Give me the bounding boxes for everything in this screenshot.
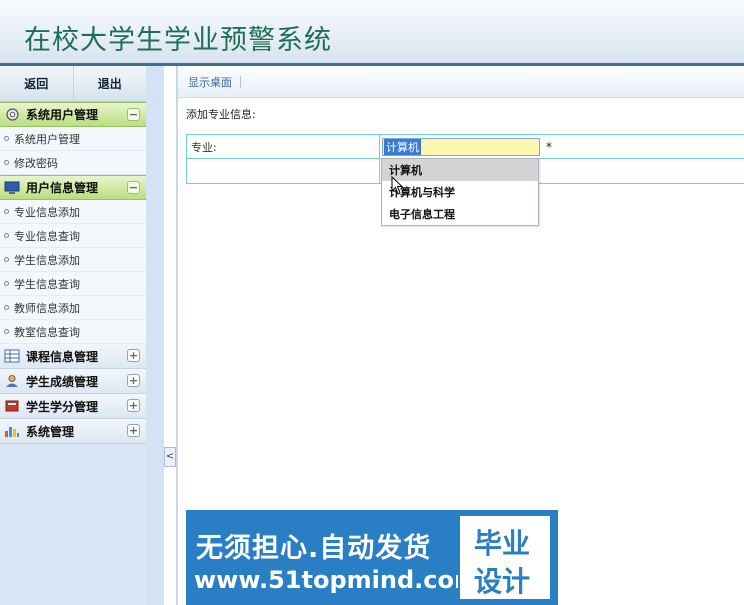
bullet-icon: [4, 209, 9, 214]
bullet-icon: [4, 257, 9, 262]
sidebar-group-label: 系统用户管理: [26, 108, 99, 122]
sidebar-button-bar: 返回 退出: [0, 66, 146, 102]
tab-separator: [240, 75, 241, 88]
sidebar-group-student-credits[interactable]: 学生学分管理 +: [0, 394, 146, 419]
bullet-icon: [4, 281, 9, 286]
major-input-selected-text: 计算机: [384, 138, 421, 155]
major-field-label: 专业:: [187, 135, 380, 158]
banner-url: www.51topmind.com: [194, 566, 479, 594]
bullet-icon: [4, 305, 9, 310]
sidebar-item-student-add[interactable]: 学生信息添加: [0, 248, 146, 272]
ad-banner[interactable]: 无须担心.自动发货 www.51topmind.com 毕业 设计: [186, 510, 558, 605]
expand-toggle-icon[interactable]: +: [127, 399, 140, 412]
autocomplete-option[interactable]: 电子信息工程: [382, 203, 538, 225]
sidebar: 返回 退出 系统用户管理 − 系统用户管理 修改密码 用户信息管理 − 专业信息…: [0, 66, 164, 605]
app-title: 在校大学生学业预警系统: [24, 25, 332, 56]
sidebar-group-system-admin[interactable]: 系统管理 +: [0, 419, 146, 444]
banner-badge: 毕业 设计: [458, 514, 552, 601]
gear-icon: [4, 107, 20, 123]
bullet-icon: [4, 329, 9, 334]
sidebar-group-course-info[interactable]: 课程信息管理 +: [0, 344, 146, 369]
sidebar-group-label: 学生成绩管理: [26, 374, 99, 389]
logout-button[interactable]: 退出: [74, 66, 147, 101]
bullet-icon: [4, 233, 9, 238]
sidebar-group-student-grades[interactable]: 学生成绩管理 +: [0, 369, 146, 394]
banner-badge-line2: 设计: [474, 565, 531, 598]
sidebar-item-major-add[interactable]: 专业信息添加: [0, 200, 146, 224]
back-button[interactable]: 返回: [0, 66, 74, 101]
expand-toggle-icon[interactable]: +: [127, 349, 140, 362]
required-mark: *: [546, 139, 552, 154]
sidebar-group-label: 课程信息管理: [26, 349, 99, 364]
monitor-icon: [4, 180, 20, 196]
sidebar-item-student-query[interactable]: 学生信息查询: [0, 272, 146, 296]
banner-slogan: 无须担心.自动发货: [196, 533, 432, 564]
sidebar-item-major-query[interactable]: 专业信息查询: [0, 224, 146, 248]
autocomplete-option[interactable]: 计算机: [382, 159, 538, 181]
sidebar-item-classroom-query[interactable]: 教室信息查询: [0, 320, 146, 344]
major-field-cell: 计算机 *: [380, 135, 744, 158]
banner-badge-line1: 毕业: [474, 527, 531, 560]
sidebar-group-label: 系统管理: [26, 424, 75, 439]
sidebar-collapse-button[interactable]: <: [164, 447, 176, 467]
sidebar-item-system-users[interactable]: 系统用户管理: [0, 127, 146, 151]
sidebar-group-label: 用户信息管理: [26, 181, 99, 195]
mouse-cursor-icon: [391, 176, 404, 195]
bullet-icon: [4, 160, 9, 165]
sidebar-item-change-password[interactable]: 修改密码: [0, 151, 146, 175]
main-content: 显示桌面 添加专业信息: 专业: 计算机 * 计算机 计算机与科学 电子信息工程…: [178, 66, 744, 605]
collapse-toggle-icon[interactable]: −: [127, 108, 140, 121]
expand-toggle-icon[interactable]: +: [127, 424, 140, 437]
section-title: 添加专业信息:: [186, 108, 256, 121]
user-icon: [4, 373, 20, 389]
table-icon: [4, 348, 20, 364]
expand-toggle-icon[interactable]: +: [127, 374, 140, 387]
tab-show-desktop[interactable]: 显示桌面: [188, 74, 232, 90]
sidebar-group-user-info[interactable]: 用户信息管理 −: [0, 175, 146, 200]
form-row-major: 专业: 计算机 *: [187, 135, 744, 159]
sidebar-menu: 返回 退出 系统用户管理 − 系统用户管理 修改密码 用户信息管理 − 专业信息…: [0, 66, 146, 605]
collapse-toggle-icon[interactable]: −: [127, 181, 140, 194]
book-icon: [4, 398, 20, 414]
sidebar-item-teacher-add[interactable]: 教师信息添加: [0, 296, 146, 320]
sidebar-group-system-users[interactable]: 系统用户管理 −: [0, 102, 146, 127]
bar-chart-icon: [4, 423, 20, 439]
major-input[interactable]: 计算机: [382, 137, 540, 156]
app-header: 在校大学生学业预警系统: [0, 0, 744, 66]
empty-label-cell: [187, 159, 380, 183]
tab-bar: 显示桌面: [178, 66, 744, 98]
bullet-icon: [4, 136, 9, 141]
autocomplete-option[interactable]: 计算机与科学: [382, 181, 538, 203]
sidebar-group-label: 学生学分管理: [26, 399, 99, 414]
